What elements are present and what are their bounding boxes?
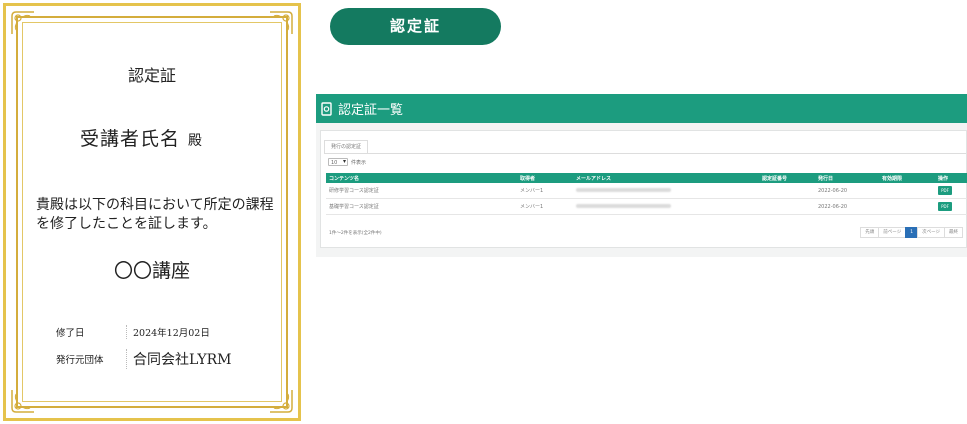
col-header: メールアドレス [573,173,759,183]
pager-first[interactable]: 先頭 [860,227,880,238]
cell-action: PDF [935,198,967,215]
col-header: 有効期限 [879,173,935,183]
ornament-corner-icon [270,390,293,413]
tab-divider [324,153,966,154]
panel-title: 認定証一覧 [338,103,404,118]
completion-date: 2024年12月02日 [126,325,210,339]
certificate-body: 貴殿は以下の科目において所定の課程を修了したことを証します。 [36,197,274,232]
issuer-label: 発行元団体 [56,355,104,366]
cell-content: 研修学習コース認定証 [326,183,517,199]
completion-row: 修了日 2024年12月02日 [56,325,210,339]
course-name: 〇〇講座 [113,260,190,282]
cell-issued: 2022-06-20 [815,183,879,199]
list-content: 発行の認定証 10 件表示 コンテンツ名 取得者 メールアドレス 認定証番号 発… [320,130,967,248]
ornament-corner-icon [11,390,34,413]
download-button[interactable]: PDF [938,186,952,195]
col-header: 操作 [935,173,967,183]
cell-email [573,198,759,215]
cell-issued: 2022-06-20 [815,198,879,215]
cell-expiry [879,198,935,215]
section-heading-pill: 認定証 [330,8,501,45]
cell-holder: メンバー1 [517,183,573,199]
col-header: 取得者 [517,173,573,183]
table-row: 研修学習コース認定証 メンバー1 2022-06-20 PDF [326,183,967,199]
ornament-corner-icon [270,11,293,34]
pager-prev[interactable]: 前ページ [878,227,907,238]
certificate: 認定証 受講者氏名殿 貴殿は以下の科目において所定の課程を修了したことを証します… [3,3,301,421]
table-header-row: コンテンツ名 取得者 メールアドレス 認定証番号 発行日 有効期限 操作 [326,173,967,183]
cell-action: PDF [935,183,967,199]
panel-header: 認定証一覧 [316,94,967,123]
per-page-suffix: 件表示 [351,159,367,166]
cell-number [759,198,815,215]
certificate-list-panel: 認定証一覧 発行の認定証 10 件表示 コンテンツ名 取得者 メールアドレス 認… [316,94,967,257]
blurred-email [576,187,671,192]
per-page-select[interactable]: 10 [328,158,348,166]
ornament-corner-icon [11,11,34,34]
certificate-title: 認定証 [127,66,176,85]
certificate-icon [320,101,334,116]
col-header: コンテンツ名 [326,173,517,183]
pager-next[interactable]: 次ページ [917,227,945,238]
issuer-name: 合同会社LYRM [126,349,232,369]
per-page-control: 10 件表示 [328,158,366,166]
cell-expiry [879,183,935,199]
issuer-row: 発行元団体 合同会社LYRM [56,349,232,369]
cell-number [759,183,815,199]
result-summary: 1件～2件を表示(全2件中) [329,231,382,236]
recipient-name: 受講者氏名 [80,128,181,150]
cell-holder: メンバー1 [517,198,573,215]
table-row: 基礎学習コース認定証 メンバー1 2022-06-20 PDF [326,198,967,215]
tab-issued[interactable]: 発行の認定証 [324,140,369,153]
col-header: 発行日 [815,173,879,183]
completion-label: 修了日 [56,328,85,339]
recipient: 受講者氏名殿 [80,124,202,151]
cell-content: 基礎学習コース認定証 [326,198,517,215]
pagination: 先頭 前ページ 1 次ページ 最終 [860,227,963,238]
recipient-honorific: 殿 [188,133,203,149]
blurred-email [576,203,671,208]
download-button[interactable]: PDF [938,202,952,211]
cell-email [573,183,759,199]
certificate-table: コンテンツ名 取得者 メールアドレス 認定証番号 発行日 有効期限 操作 研修学… [326,173,967,215]
pager-last[interactable]: 最終 [944,227,963,238]
col-header: 認定証番号 [759,173,815,183]
